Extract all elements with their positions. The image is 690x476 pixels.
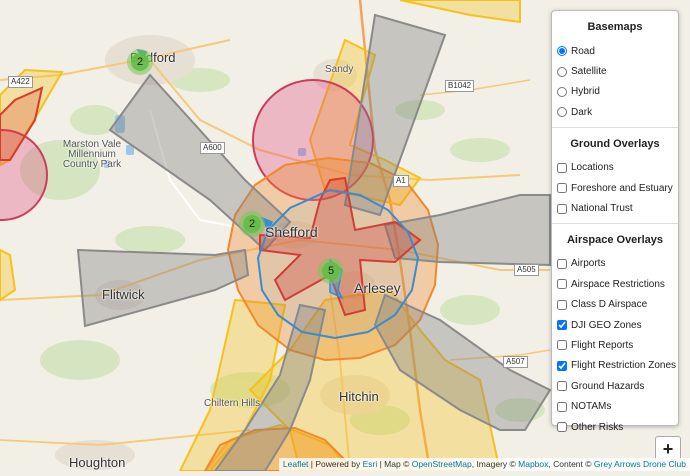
overlay-option-locations[interactable]: Locations	[552, 158, 678, 178]
club-link[interactable]: Grey Arrows Drone Club	[594, 459, 686, 469]
option-label: Airspace Restrictions	[571, 278, 665, 290]
place-marston: Marston Vale Millennium Country Park	[62, 139, 122, 170]
overlay-option-airspace-restrictions[interactable]: Airspace Restrictions	[552, 274, 678, 294]
basemap-radio-satellite[interactable]	[557, 66, 567, 77]
overlay-checkbox-other-risks[interactable]	[557, 422, 567, 433]
place-sandy: Sandy	[325, 64, 354, 75]
attribution-bar: Leaflet | Powered by Esri | Map © OpenSt…	[278, 458, 690, 471]
overlay-option-foreshore[interactable]: Foreshore and Estuary	[552, 178, 678, 198]
overlay-option-dji-geo[interactable]: DJI GEO Zones	[552, 315, 678, 335]
layers-control-panel: Basemaps Road Satellite Hybrid Dark Grou…	[551, 10, 679, 433]
road-a505: A505	[514, 264, 539, 276]
option-label: NOTAMs	[571, 401, 612, 413]
overlay-checkbox-notams[interactable]	[557, 401, 567, 412]
basemaps-title: Basemaps	[587, 21, 643, 33]
overlay-checkbox-locations[interactable]	[557, 162, 567, 173]
cluster-count: 2	[243, 215, 261, 233]
overlay-option-frz[interactable]: Flight Restriction Zones	[552, 356, 678, 376]
attribution-text: | Powered by	[308, 459, 363, 469]
option-label: Other Risks	[571, 421, 624, 433]
basemap-option-dark[interactable]: Dark	[552, 102, 678, 122]
road-a600: A600	[200, 142, 225, 154]
option-label: Ground Hazards	[571, 380, 645, 392]
place-houghton: Houghton	[69, 455, 126, 470]
option-label: Road	[571, 45, 595, 57]
overlay-checkbox-airspace-restrictions[interactable]	[557, 279, 567, 290]
attribution-text: | Map ©	[377, 459, 412, 469]
road-a422: A422	[8, 76, 33, 88]
overlay-checkbox-class-d[interactable]	[557, 299, 567, 310]
basemap-radio-dark[interactable]	[557, 107, 567, 118]
overlay-option-class-d[interactable]: Class D Airspace	[552, 295, 678, 315]
place-hitchin: Hitchin	[339, 389, 379, 404]
basemap-option-satellite[interactable]: Satellite	[552, 61, 678, 81]
option-label: Dark	[571, 106, 593, 118]
option-label: Class D Airspace	[571, 299, 648, 311]
cluster-marker-bedford[interactable]: 2	[127, 49, 153, 75]
overlay-option-national-trust[interactable]: National Trust	[552, 198, 678, 218]
road-b1042: B1042	[445, 80, 475, 92]
overlay-option-flight-reports[interactable]: Flight Reports	[552, 335, 678, 355]
overlay-checkbox-flight-reports[interactable]	[557, 340, 567, 351]
cluster-count: 5	[322, 262, 340, 280]
overlay-checkbox-foreshore[interactable]	[557, 183, 567, 194]
option-label: Satellite	[571, 66, 607, 78]
basemap-option-hybrid[interactable]: Hybrid	[552, 82, 678, 102]
ground-overlays-title: Ground Overlays	[570, 137, 660, 150]
esri-link[interactable]: Esri	[363, 459, 378, 469]
road-a1: A1	[393, 175, 409, 187]
road-a507: A507	[503, 356, 528, 368]
option-label: Locations	[571, 162, 614, 174]
overlay-option-airports[interactable]: Airports	[552, 254, 678, 274]
overlay-option-notams[interactable]: NOTAMs	[552, 396, 678, 416]
basemaps-section: Basemaps Road Satellite Hybrid Dark	[552, 21, 678, 128]
place-arlesey: Arlesey	[354, 280, 401, 296]
overlay-checkbox-national-trust[interactable]	[557, 203, 567, 214]
cluster-marker-shefford[interactable]: 2	[239, 211, 265, 237]
overlay-checkbox-airports[interactable]	[557, 258, 567, 269]
mapbox-link[interactable]: Mapbox	[518, 459, 548, 469]
leaflet-link[interactable]: Leaflet	[283, 459, 309, 469]
place-chiltern: Chiltern Hills	[204, 398, 261, 409]
overlay-checkbox-ground-hazards[interactable]	[557, 381, 567, 392]
option-label: National Trust	[571, 203, 633, 215]
option-label: Airports	[571, 258, 606, 270]
overlay-option-other-risks[interactable]: Other Risks	[552, 417, 678, 437]
basemap-option-road[interactable]: Road	[552, 41, 678, 61]
option-label: Foreshore and Estuary	[571, 182, 673, 194]
overlay-checkbox-frz[interactable]	[557, 360, 567, 371]
place-shefford: Shefford	[265, 224, 318, 240]
option-label: Hybrid	[571, 86, 600, 98]
place-flitwick: Flitwick	[102, 287, 145, 302]
option-label: DJI GEO Zones	[571, 319, 642, 331]
overlay-option-ground-hazards[interactable]: Ground Hazards	[552, 376, 678, 396]
cluster-count: 2	[131, 53, 149, 71]
osm-link[interactable]: OpenStreetMap	[412, 459, 472, 469]
option-label: Flight Reports	[571, 339, 634, 351]
cluster-marker-arlesey[interactable]: 5	[318, 258, 344, 284]
airspace-overlays-section: Airspace Overlays Airports Airspace Rest…	[552, 234, 678, 442]
basemap-radio-road[interactable]	[557, 46, 567, 57]
attribution-text: , Imagery ©	[471, 459, 519, 469]
airspace-overlays-title: Airspace Overlays	[566, 233, 663, 246]
overlay-checkbox-dji-geo[interactable]	[557, 320, 567, 331]
ground-overlays-section: Ground Overlays Locations Foreshore and …	[552, 138, 678, 224]
basemap-radio-hybrid[interactable]	[557, 86, 567, 97]
option-label: Flight Restriction Zones	[571, 360, 677, 372]
attribution-text: , Content ©	[548, 459, 594, 469]
